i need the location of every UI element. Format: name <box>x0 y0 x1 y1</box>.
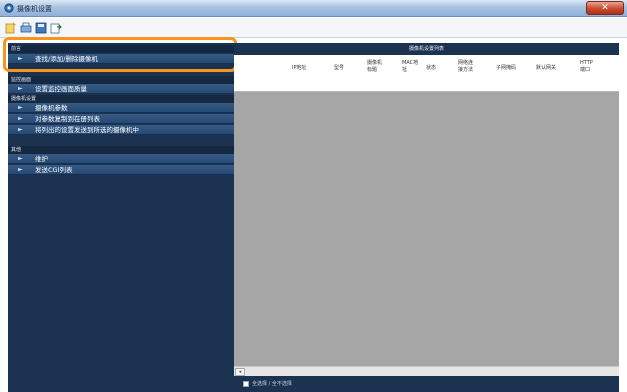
chevron-right-icon: ► <box>18 85 23 92</box>
sidebar-group-header: 摄像机设置 <box>8 95 234 103</box>
sidebar-item-label: 发送CGI列表 <box>35 166 73 174</box>
column-header-ip[interactable]: IP地址 <box>292 65 307 72</box>
scroll-left-button[interactable]: ◂ <box>235 368 245 376</box>
sidebar-item-camera-params[interactable]: ► 摄像机参数 <box>8 103 234 113</box>
sidebar-item-label: 设置监控画面质量 <box>35 85 87 93</box>
window-border <box>619 43 627 392</box>
chevron-right-icon: ► <box>18 115 23 122</box>
sidebar-item-monitor-quality[interactable]: ► 设置监控画面质量 <box>8 84 234 94</box>
window-title: 摄像机设置 <box>17 5 52 13</box>
sidebar-group-header: 监控画面 <box>8 76 234 84</box>
camera-settings-list-panel: 摄像机设置列表 IP地址 型号 摄像机 标题 MAC地 址 状态 网络连 接方法… <box>234 43 619 392</box>
new-icon[interactable] <box>4 21 18 35</box>
column-header-subnet-mask[interactable]: 子网掩码 <box>496 65 516 72</box>
chevron-right-icon: ► <box>18 126 23 133</box>
column-header-mac[interactable]: MAC地 址 <box>402 60 418 74</box>
sidebar-group-header: 其他 <box>8 146 234 154</box>
app-icon <box>4 3 14 13</box>
horizontal-scrollbar[interactable]: ◂ <box>234 366 619 376</box>
column-header-model[interactable]: 型号 <box>334 65 344 72</box>
column-header-status[interactable]: 状态 <box>426 65 436 72</box>
select-all-checkbox[interactable] <box>243 381 249 387</box>
table-header: IP地址 型号 摄像机 标题 MAC地 址 状态 网络连 接方法 子网掩码 默认… <box>234 55 619 92</box>
connect-icon[interactable] <box>19 21 33 35</box>
chevron-right-icon: ► <box>18 104 23 111</box>
highlight-callout <box>3 37 237 72</box>
export-icon[interactable] <box>49 21 63 35</box>
sidebar-item-label: 将列出的设置发送到所选的摄像机中 <box>35 126 139 134</box>
sidebar-item-send-cgi-list[interactable]: ► 发送CGI列表 <box>8 165 234 175</box>
column-header-camera-title[interactable]: 摄像机 标题 <box>367 60 382 74</box>
close-button[interactable]: ✕ <box>586 1 624 15</box>
toolbar <box>0 18 627 38</box>
sidebar-item-maintenance[interactable]: ► 维护 <box>8 154 234 164</box>
column-header-default-gateway[interactable]: 默认网关 <box>536 65 556 72</box>
save-icon[interactable] <box>34 21 48 35</box>
sidebar-item-send-settings[interactable]: ► 将列出的设置发送到所选的摄像机中 <box>8 125 234 135</box>
sidebar-item-label: 对参数复制到在册列表 <box>35 115 100 123</box>
column-header-http-port[interactable]: HTTP 端口 <box>580 60 593 74</box>
chevron-right-icon: ► <box>18 155 23 162</box>
chevron-right-icon: ► <box>18 166 23 173</box>
select-all-label: 全选择 / 全不选择 <box>252 381 292 387</box>
list-footer: 全选择 / 全不选择 <box>234 376 619 392</box>
window-title-bar: 摄像机设置 ✕ <box>0 0 627 17</box>
sidebar-item-label: 摄像机参数 <box>35 104 68 112</box>
panel-title: 摄像机设置列表 <box>234 43 619 55</box>
sidebar-item-label: 维护 <box>35 155 48 163</box>
sidebar: 前言 ► 查找/添加/删除摄像机 监控画面 ► 设置监控画面质量 摄像机设置 ►… <box>8 43 234 392</box>
sidebar-item-copy-params[interactable]: ► 对参数复制到在册列表 <box>8 114 234 124</box>
column-header-network-method[interactable]: 网络连 接方法 <box>458 60 473 74</box>
